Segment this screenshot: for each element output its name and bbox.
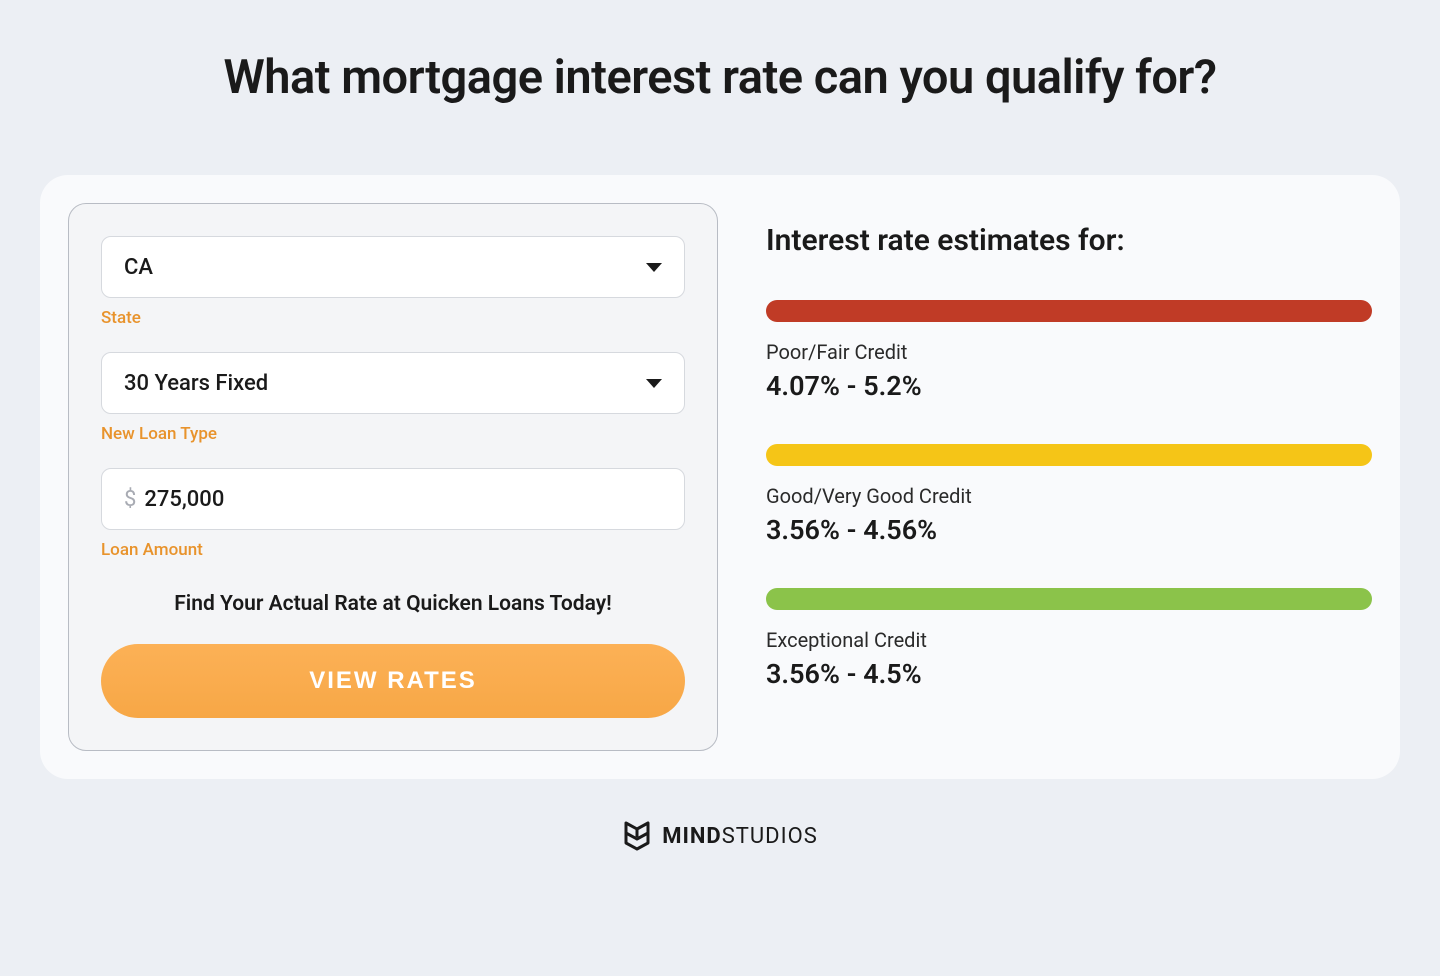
logo-mark-icon: [622, 819, 652, 853]
caret-down-icon: [646, 263, 662, 272]
main-card: CA State 30 Years Fixed New Loan Type $ …: [40, 175, 1400, 779]
credit-label: Poor/Fair Credit: [766, 340, 1372, 364]
state-label: State: [101, 308, 685, 328]
loan-amount-field-wrap: $ 275,000 Loan Amount: [101, 468, 685, 560]
bar-red: [766, 300, 1372, 322]
loan-type-value: 30 Years Fixed: [124, 371, 268, 396]
loan-amount-input[interactable]: $ 275,000: [101, 468, 685, 530]
estimate-row-exceptional: Exceptional Credit 3.56% - 4.5%: [766, 588, 1372, 690]
footer-logo: MINDSTUDIOS: [25, 819, 1415, 853]
bar-green: [766, 588, 1372, 610]
rate-range: 4.07% - 5.2%: [766, 370, 1372, 402]
cta-text: Find Your Actual Rate at Quicken Loans T…: [101, 592, 685, 616]
view-rates-button[interactable]: VIEW RATES: [101, 644, 685, 718]
loan-amount-label: Loan Amount: [101, 540, 685, 560]
loan-type-field-wrap: 30 Years Fixed New Loan Type: [101, 352, 685, 444]
estimate-row-poor: Poor/Fair Credit 4.07% - 5.2%: [766, 300, 1372, 402]
caret-down-icon: [646, 379, 662, 388]
credit-label: Exceptional Credit: [766, 628, 1372, 652]
rate-range: 3.56% - 4.5%: [766, 658, 1372, 690]
state-field-wrap: CA State: [101, 236, 685, 328]
state-select[interactable]: CA: [101, 236, 685, 298]
logo-text: MINDSTUDIOS: [662, 824, 818, 849]
estimates-title: Interest rate estimates for:: [766, 223, 1372, 258]
loan-type-select[interactable]: 30 Years Fixed: [101, 352, 685, 414]
loan-type-label: New Loan Type: [101, 424, 685, 444]
estimate-row-good: Good/Very Good Credit 3.56% - 4.56%: [766, 444, 1372, 546]
page-title: What mortgage interest rate can you qual…: [25, 50, 1415, 105]
credit-label: Good/Very Good Credit: [766, 484, 1372, 508]
loan-amount-value: 275,000: [144, 487, 224, 512]
state-value: CA: [124, 255, 153, 280]
dollar-icon: $: [124, 487, 136, 512]
form-panel: CA State 30 Years Fixed New Loan Type $ …: [68, 203, 718, 751]
estimates-panel: Interest rate estimates for: Poor/Fair C…: [766, 203, 1372, 751]
rate-range: 3.56% - 4.56%: [766, 514, 1372, 546]
bar-yellow: [766, 444, 1372, 466]
